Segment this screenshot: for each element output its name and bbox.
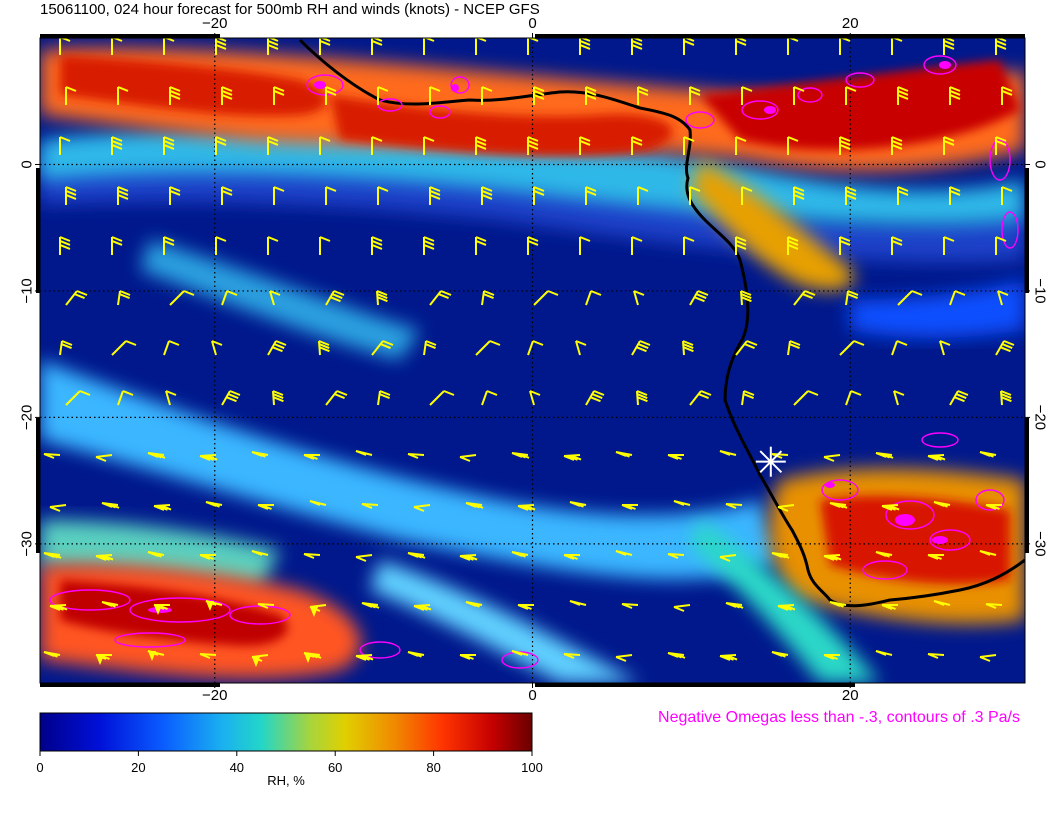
- right-lat-label: −20: [1032, 405, 1049, 430]
- omega-contour-note: Negative Omegas less than -.3, contours …: [658, 709, 1020, 726]
- bottom-longitude-labels: −20 0 20: [202, 687, 859, 704]
- right-lat-label: −30: [1032, 531, 1049, 556]
- frame-bar: [1025, 418, 1029, 553]
- colorbar-tick-label: 40: [230, 760, 244, 775]
- colorbar-label: RH, %: [267, 773, 305, 788]
- left-lat-label: −10: [19, 278, 36, 303]
- frame-bar: [855, 34, 1025, 38]
- top-lon-label: 0: [528, 15, 536, 32]
- colorbar-tick-label: 20: [131, 760, 145, 775]
- top-lon-label: −20: [202, 15, 227, 32]
- map-plot-area: [40, 38, 1025, 683]
- frame-bar: [36, 418, 40, 553]
- bottom-lon-label: 20: [842, 687, 859, 704]
- colorbar-gradient: [39, 712, 533, 752]
- bottom-lon-label: −20: [202, 687, 227, 704]
- map-canvas: 15061100, 024 hour forecast for 500mb RH…: [19, 1, 1049, 788]
- frame-bar: [40, 34, 220, 38]
- rh-colorbar: 0 20 40 60 80 100 RH, %: [36, 712, 543, 788]
- map-figure: 15061100, 024 hour forecast for 500mb RH…: [0, 0, 1056, 816]
- colorbar-ticks: 0 20 40 60 80 100: [36, 751, 543, 775]
- colorbar-tick-label: 0: [36, 760, 43, 775]
- frame-bar: [210, 34, 216, 38]
- station-asterisk-marker: [755, 446, 786, 477]
- frame-bar: [535, 34, 855, 38]
- top-lon-label: 20: [842, 15, 859, 32]
- colorbar-tick-label: 100: [521, 760, 543, 775]
- right-lat-label: 0: [1032, 160, 1049, 168]
- left-lat-label: −30: [19, 531, 36, 556]
- frame-bar: [1025, 168, 1029, 293]
- left-latitude-labels: 0 −10 −20 −30: [19, 160, 36, 556]
- left-lat-label: −20: [19, 405, 36, 430]
- frame-bar: [40, 683, 220, 687]
- bottom-lon-label: 0: [528, 687, 536, 704]
- plot-title: 15061100, 024 hour forecast for 500mb RH…: [40, 1, 540, 18]
- right-lat-label: −10: [1032, 278, 1049, 303]
- frame-bar: [535, 683, 855, 687]
- right-latitude-labels: 0 −10 −20 −30: [1032, 160, 1049, 556]
- colorbar-tick-label: 60: [328, 760, 342, 775]
- frame-bar: [36, 168, 40, 293]
- left-lat-label: 0: [19, 160, 36, 168]
- colorbar-tick-label: 80: [426, 760, 440, 775]
